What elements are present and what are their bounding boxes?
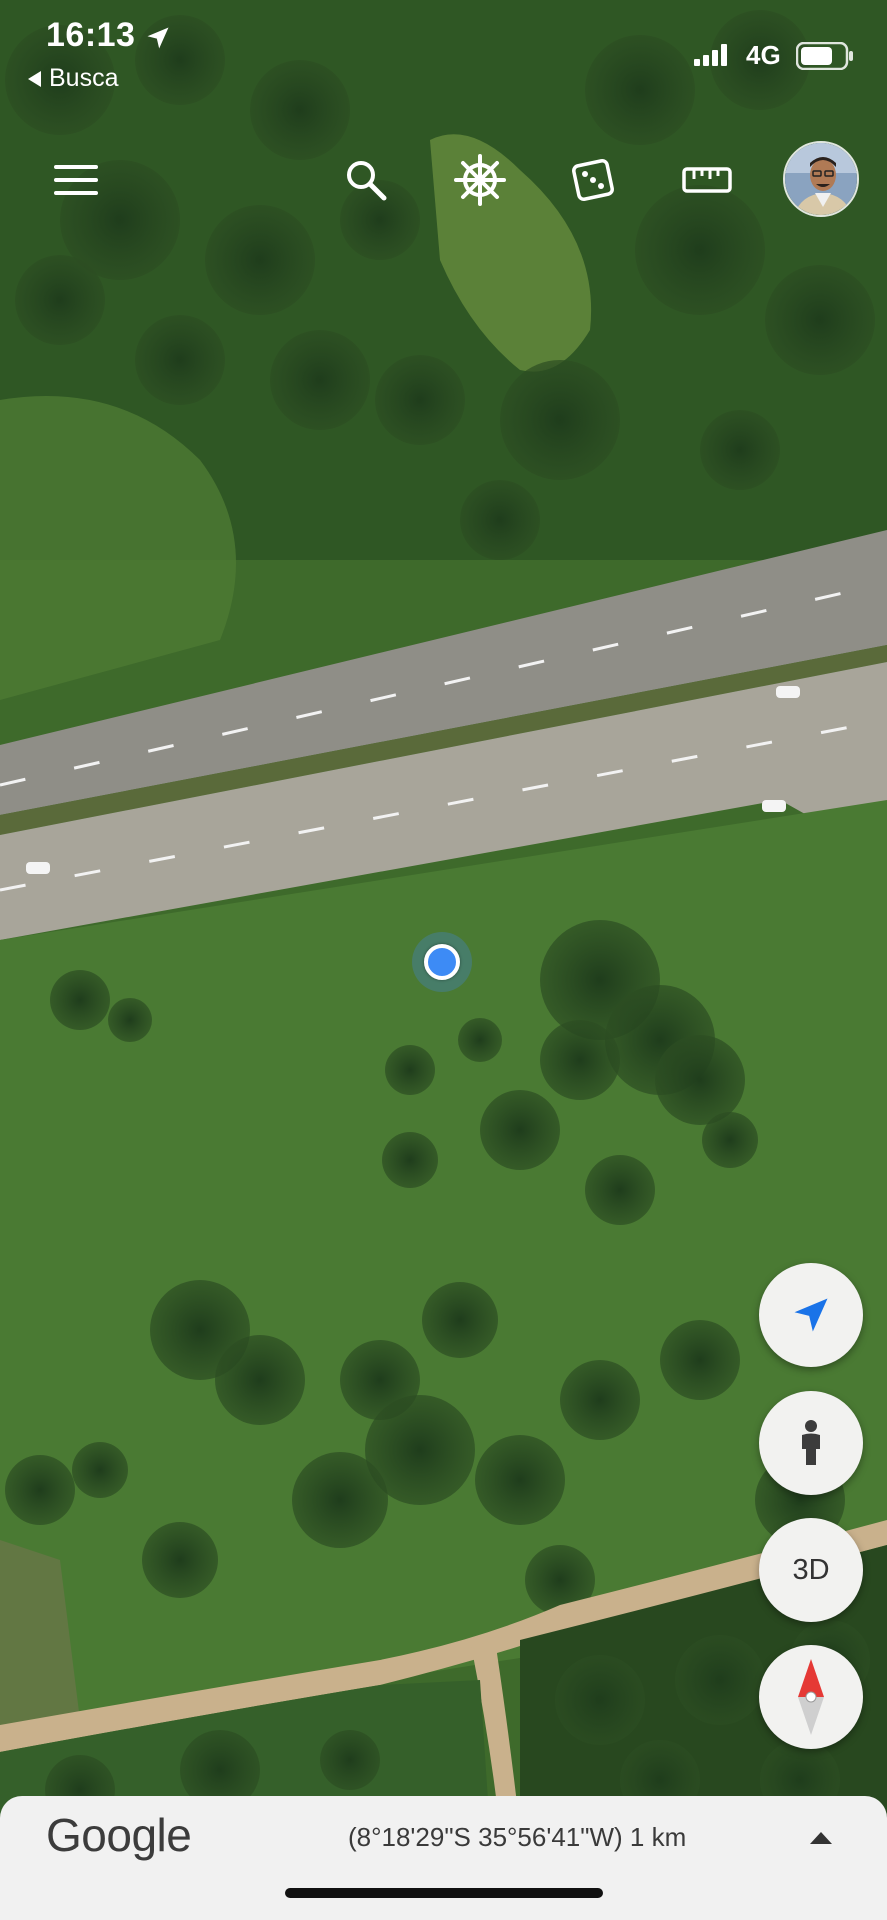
location-services-icon (147, 27, 169, 49)
search-icon (347, 161, 387, 201)
google-logo: Google (46, 1809, 192, 1861)
voyager-wheel-icon (454, 154, 506, 206)
feeling-lucky-button[interactable] (563, 150, 623, 210)
bottom-info-bar[interactable]: Google (8°18'29"S 35°56'41"W) 1 km (0, 1796, 887, 1920)
status-time: 16:13 (46, 16, 136, 54)
avatar[interactable] (783, 141, 859, 217)
network-type: 4G (746, 40, 781, 70)
search-button[interactable] (336, 150, 396, 210)
menu-icon (54, 165, 98, 195)
back-triangle-icon (28, 70, 41, 87)
current-location-marker[interactable] (412, 932, 472, 992)
back-to-app-label: Busca (49, 64, 119, 92)
coordinates-readout: (8°18'29"S 35°56'41"W) 1 km (348, 1822, 687, 1852)
3d-toggle-label: 3D (792, 1553, 830, 1586)
current-location-dot (424, 944, 460, 980)
my-location-button[interactable] (759, 1263, 863, 1367)
cellular-signal-icon (694, 44, 727, 66)
menu-button[interactable] (46, 150, 106, 210)
3d-toggle-button[interactable]: 3D (759, 1518, 863, 1622)
compass-icon (798, 1659, 824, 1735)
expand-panel-icon[interactable] (810, 1832, 832, 1844)
street-view-button[interactable] (759, 1391, 863, 1495)
back-to-app-link[interactable]: Busca (28, 64, 118, 93)
home-indicator[interactable] (285, 1888, 603, 1898)
navigate-icon (794, 1298, 828, 1332)
pegman-icon (802, 1420, 820, 1465)
compass-button[interactable] (759, 1645, 863, 1749)
dice-icon (572, 159, 614, 201)
voyager-button[interactable] (450, 150, 510, 210)
ruler-icon (682, 167, 732, 193)
status-bar: 16:13 Busca 4G (0, 0, 887, 110)
measure-button[interactable] (677, 150, 737, 210)
battery-icon (796, 42, 853, 70)
